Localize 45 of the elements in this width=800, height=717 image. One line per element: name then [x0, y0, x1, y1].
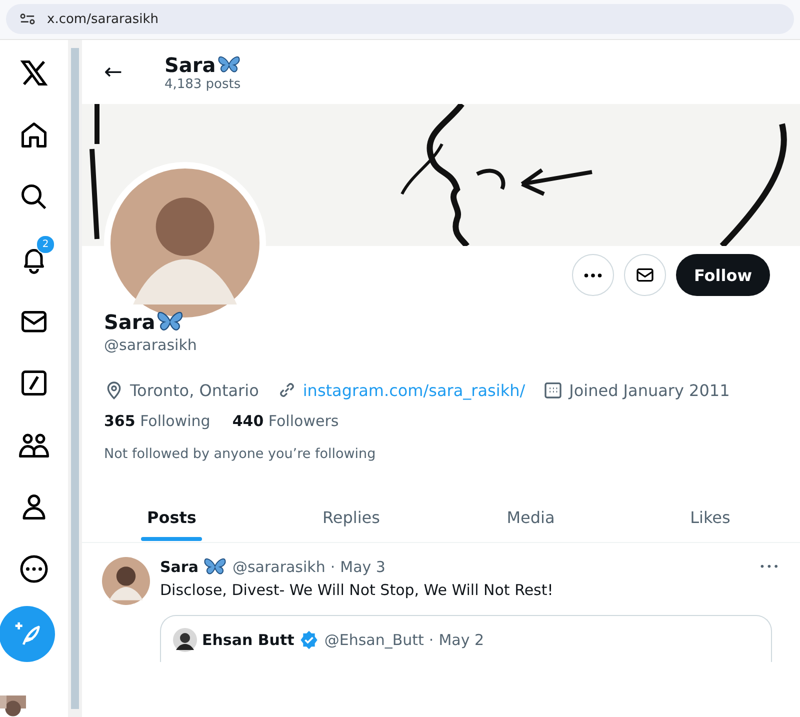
- profile-tab[interactable]: Media: [441, 492, 620, 542]
- more-circle-icon[interactable]: [19, 554, 49, 584]
- url-text: x.com/sararasikh: [47, 12, 158, 26]
- separator-dot: ·: [330, 558, 336, 576]
- butterfly-icon: [216, 54, 241, 74]
- avatar: [102, 557, 150, 605]
- following-link[interactable]: 365 Following: [104, 412, 210, 430]
- profile-name-heading: Sara: [164, 52, 216, 76]
- x-logo-icon[interactable]: [19, 58, 49, 88]
- address-bar[interactable]: x.com/sararasikh: [6, 4, 794, 34]
- slash-square-icon[interactable]: [19, 368, 49, 398]
- search-icon[interactable]: [19, 182, 49, 212]
- feather-plus-icon: [13, 620, 41, 648]
- joined-date: Joined January 2011: [569, 380, 730, 400]
- calendar-icon: [543, 380, 564, 400]
- site-settings-icon[interactable]: [20, 13, 35, 25]
- more-button[interactable]: [572, 254, 614, 296]
- follow-button[interactable]: Follow: [676, 254, 770, 296]
- back-button[interactable]: ←: [104, 60, 122, 84]
- butterfly-icon: [203, 557, 228, 577]
- profile-tab[interactable]: Replies: [262, 492, 441, 542]
- quoted-post-card[interactable]: Ehsan Butt @Ehsan_Butt · May 2: [160, 615, 772, 662]
- home-icon[interactable]: [19, 120, 49, 150]
- followed-by-note: Not followed by anyone you’re following: [104, 446, 377, 462]
- author-name: Sara: [160, 558, 198, 576]
- more-button[interactable]: •••: [759, 562, 780, 572]
- scrollbar[interactable]: [68, 40, 82, 717]
- profile-name: Sara: [104, 310, 156, 334]
- notification-badge: 2: [36, 235, 55, 254]
- author-name: Ehsan Butt: [202, 631, 294, 649]
- message-button[interactable]: [624, 254, 666, 296]
- post-date: May 2: [438, 631, 484, 649]
- avatar: [173, 628, 197, 652]
- profile-tab[interactable]: Likes: [620, 492, 800, 542]
- author-handle: @sararasikh: [232, 558, 326, 576]
- followers-link[interactable]: 440 Followers: [232, 412, 339, 430]
- more-icon: [584, 272, 602, 278]
- separator-dot: ·: [428, 631, 434, 649]
- location-text: Toronto, Ontario: [130, 380, 259, 400]
- post-count: 4,183 posts: [164, 76, 241, 92]
- post-text: Disclose, Divest- We Will Not Stop, We Will Not Rest!: [160, 581, 554, 599]
- author-handle: @Ehsan_Butt: [324, 631, 424, 649]
- post-date: May 3: [340, 558, 386, 576]
- profile-handle: @sararasikh: [104, 336, 198, 354]
- profile-tab[interactable]: Posts: [82, 492, 262, 542]
